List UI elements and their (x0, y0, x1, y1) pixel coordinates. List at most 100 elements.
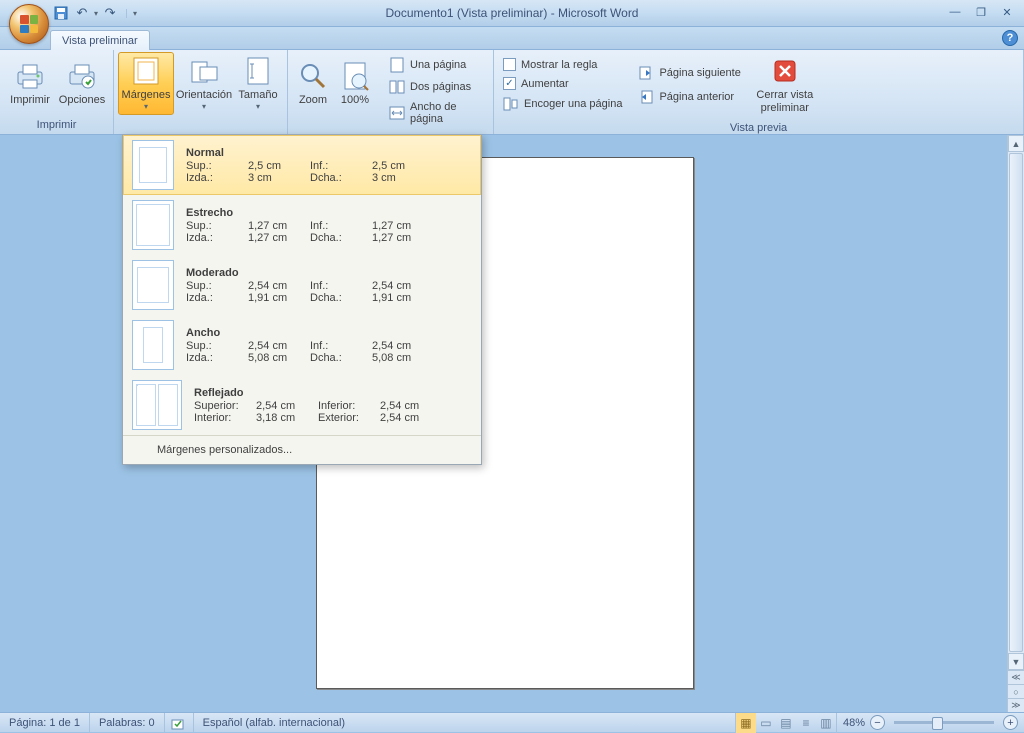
window-title: Documento1 (Vista preliminar) - Microsof… (0, 6, 1024, 20)
view-draft[interactable]: ▥ (816, 713, 836, 733)
margins-button[interactable]: Márgenes ▾ (118, 52, 174, 115)
margin-thumb-icon (132, 140, 174, 190)
two-pages-button[interactable]: Dos páginas (384, 76, 476, 98)
minimize-button[interactable]: ― (944, 4, 966, 20)
shrink-label: Encoger una página (524, 98, 622, 110)
scroll-down-icon[interactable]: ▼ (1008, 653, 1024, 670)
view-full-screen[interactable]: ▭ (756, 713, 776, 733)
magnifier-icon (297, 60, 329, 92)
close-button[interactable]: ✕ (996, 4, 1018, 20)
zoom-100-button[interactable]: 100% (334, 57, 376, 110)
chevron-down-icon: ▾ (256, 102, 260, 112)
office-button[interactable] (9, 4, 49, 44)
options-button[interactable]: Opciones (56, 57, 108, 110)
gallery-item-moderado[interactable]: Moderado Sup.:2,54 cmInf.:2,54 cm Izda.:… (123, 255, 481, 315)
margins-icon (130, 55, 162, 87)
view-web-layout[interactable]: ▤ (776, 713, 796, 733)
title-bar: ↶ ▾ ↷ ▾ Documento1 (Vista preliminar) - … (0, 0, 1024, 27)
status-proofing[interactable] (165, 713, 194, 732)
checkbox-checked-icon: ✓ (503, 77, 516, 90)
zoom-button[interactable]: Zoom (292, 57, 334, 110)
margin-thumb-icon (132, 200, 174, 250)
status-words[interactable]: Palabras: 0 (90, 713, 165, 732)
next-page-label: Página siguiente (659, 67, 740, 79)
tab-print-preview[interactable]: Vista preliminar (50, 30, 150, 50)
gallery-item-ancho[interactable]: Ancho Sup.:2,54 cmInf.:2,54 cm Izda.:5,0… (123, 315, 481, 375)
chevron-down-icon: ▾ (202, 102, 206, 112)
help-button[interactable]: ? (1002, 30, 1018, 46)
one-page-button[interactable]: Una página (384, 54, 471, 76)
prev-nav-icon[interactable]: ≪ (1008, 670, 1024, 684)
custom-margins-label: Márgenes personalizados... (157, 444, 292, 456)
group-page-setup: Márgenes ▾ Orientación ▾ Tamaño ▾ (114, 50, 288, 134)
scroll-up-icon[interactable]: ▲ (1008, 135, 1024, 152)
undo-dropdown-icon[interactable]: ▾ (94, 9, 98, 18)
page-width-label: Ancho de página (410, 101, 484, 125)
orientation-icon (188, 55, 220, 87)
save-icon[interactable] (52, 4, 70, 22)
zoom-in-button[interactable]: + (1003, 715, 1018, 730)
margin-thumb-icon (132, 260, 174, 310)
prev-page-icon (638, 89, 654, 105)
margin-mirror-thumb-icon (132, 380, 182, 430)
zoom100-icon (339, 60, 371, 92)
shrink-page-button[interactable]: Encoger una página (498, 93, 627, 115)
zoom-out-button[interactable]: − (870, 715, 885, 730)
close-preview-icon (769, 55, 801, 87)
size-icon (242, 55, 274, 87)
gallery-item-normal[interactable]: Normal Sup.:2,5 cmInf.:2,5 cm Izda.:3 cm… (123, 135, 481, 195)
page-width-button[interactable]: Ancho de página (384, 98, 489, 128)
one-page-label: Una página (410, 59, 466, 71)
zoom-slider[interactable] (894, 721, 994, 724)
group-preview: Mostrar la regla ✓ Aumentar Encoger una … (494, 50, 1024, 134)
qat-customize-icon[interactable]: ▾ (126, 9, 137, 18)
zoom100-label: 100% (341, 94, 369, 107)
zoom-level[interactable]: 48% (843, 717, 865, 729)
undo-icon[interactable]: ↶ (73, 4, 91, 22)
gallery-item-name: Normal (186, 147, 472, 159)
view-print-layout[interactable]: ▦ (736, 713, 756, 733)
gallery-item-estrecho[interactable]: Estrecho Sup.:1,27 cmInf.:1,27 cm Izda.:… (123, 195, 481, 255)
size-button[interactable]: Tamaño ▾ (234, 52, 282, 115)
magnify-label: Aumentar (521, 78, 569, 90)
status-page[interactable]: Página: 1 de 1 (0, 713, 90, 732)
prev-page-label: Página anterior (659, 91, 734, 103)
scroll-thumb[interactable] (1009, 153, 1023, 652)
orientation-button[interactable]: Orientación ▾ (174, 52, 234, 115)
next-nav-icon[interactable]: ≫ (1008, 698, 1024, 712)
view-outline[interactable]: ≡ (796, 713, 816, 733)
view-buttons: ▦ ▭ ▤ ≡ ▥ (735, 713, 837, 733)
gallery-item-name: Reflejado (194, 387, 472, 399)
redo-icon[interactable]: ↷ (101, 4, 119, 22)
vertical-scrollbar[interactable]: ▲ ▼ ≪ ○ ≫ (1007, 135, 1024, 712)
margins-label: Márgenes (122, 89, 171, 102)
next-page-button[interactable]: Página siguiente (633, 62, 745, 84)
shrink-icon (503, 96, 519, 112)
group-print-label: Imprimir (0, 117, 113, 134)
custom-margins-item[interactable]: Márgenes personalizados... (123, 435, 481, 464)
status-bar: Página: 1 de 1 Palabras: 0 Español (alfa… (0, 712, 1024, 732)
two-pages-label: Dos páginas (410, 81, 471, 93)
ribbon-tabs: Vista preliminar ? (0, 27, 1024, 50)
maximize-button[interactable]: ❐ (970, 4, 992, 20)
print-button[interactable]: Imprimir (4, 57, 56, 110)
printer-options-icon (66, 60, 98, 92)
quick-access-toolbar: ↶ ▾ ↷ ▾ (52, 4, 137, 22)
size-label: Tamaño (238, 89, 277, 102)
magnify-check[interactable]: ✓ Aumentar (498, 74, 627, 93)
show-ruler-check[interactable]: Mostrar la regla (498, 55, 627, 74)
proofing-icon (171, 716, 187, 730)
browse-object-icon[interactable]: ○ (1008, 684, 1024, 698)
chevron-down-icon: ▾ (144, 102, 148, 112)
close-preview-button[interactable]: Cerrar vista preliminar (752, 52, 818, 118)
group-print: Imprimir Opciones Imprimir (0, 50, 114, 134)
printer-icon (14, 60, 46, 92)
page-width-icon (389, 105, 405, 121)
gallery-item-name: Moderado (186, 267, 472, 279)
prev-page-button[interactable]: Página anterior (633, 86, 745, 108)
gallery-item-name: Estrecho (186, 207, 472, 219)
status-language[interactable]: Español (alfab. internacional) (194, 713, 354, 732)
options-label: Opciones (59, 94, 105, 107)
next-page-icon (638, 65, 654, 81)
gallery-item-reflejado[interactable]: Reflejado Superior:2,54 cmInferior:2,54 … (123, 375, 481, 435)
